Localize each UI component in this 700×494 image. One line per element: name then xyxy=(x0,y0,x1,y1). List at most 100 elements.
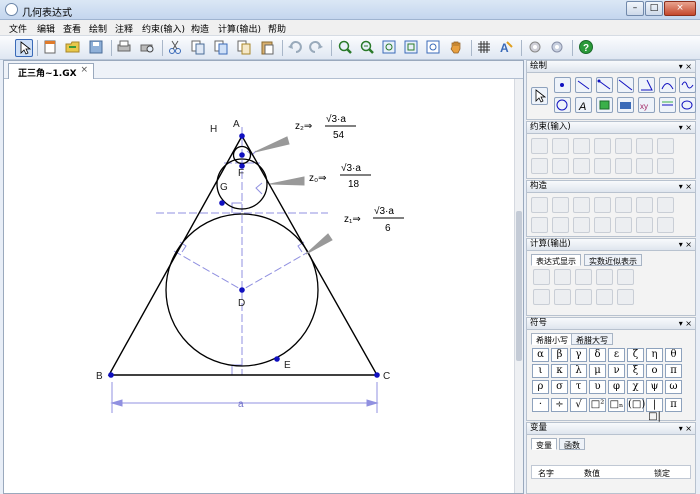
tab-close-icon[interactable]: × xyxy=(80,65,88,75)
construct-tangent-icon[interactable] xyxy=(636,197,653,213)
panel-header-buttons[interactable]: ▾ × xyxy=(679,61,692,72)
tab-variables[interactable]: 变量 xyxy=(531,438,557,450)
circle-tool-icon[interactable] xyxy=(554,97,571,113)
options-icon[interactable] xyxy=(527,39,545,57)
tab-greek-lower[interactable]: 希腊小写 xyxy=(531,333,573,345)
panel-header-buttons[interactable]: ▾ × xyxy=(679,423,692,434)
locus-tool-icon[interactable] xyxy=(659,97,676,113)
calc-parametric-icon[interactable] xyxy=(575,289,592,305)
function-plot-icon[interactable]: xy xyxy=(638,97,655,113)
column-name[interactable]: 名字 xyxy=(538,468,554,479)
tab-real-approx[interactable]: 实数近似表示 xyxy=(584,254,642,266)
symbol-key[interactable]: ÷ xyxy=(551,398,568,412)
zoom-window-icon[interactable] xyxy=(403,39,421,57)
panel-header-buttons[interactable]: ▾ × xyxy=(679,181,692,192)
geometry-figure[interactable]: a H A F G D E B C z₂⇒ √3·a 54 z₀⇒ √3·a 1… xyxy=(4,79,514,493)
menu-edit[interactable]: 编辑 xyxy=(37,22,55,35)
menu-view[interactable]: 查看 xyxy=(63,22,81,35)
line-tool-icon[interactable] xyxy=(617,77,634,93)
symbol-key[interactable]: □ₙ xyxy=(608,398,625,412)
select-tool-icon[interactable] xyxy=(531,87,548,105)
construct-polygon-icon[interactable] xyxy=(657,197,674,213)
tab-functions[interactable]: 函数 xyxy=(559,438,585,450)
scrollbar-thumb[interactable] xyxy=(516,211,522,361)
menu-help[interactable]: 帮助 xyxy=(268,22,286,35)
fill-tool-icon[interactable] xyxy=(617,97,634,113)
select-arrow-icon[interactable] xyxy=(15,39,33,57)
constraint-parallel-icon[interactable] xyxy=(636,138,653,154)
angle-tool-icon[interactable] xyxy=(638,77,655,93)
maximize-button[interactable]: □ xyxy=(645,1,663,16)
symbol-key[interactable]: ε xyxy=(608,348,625,362)
menu-construct[interactable]: 构造 xyxy=(191,22,209,35)
symbol-key[interactable]: |□| xyxy=(646,398,663,422)
constraint-slope-icon[interactable] xyxy=(594,138,611,154)
calc-angle-icon[interactable] xyxy=(575,269,592,285)
construct-locus-icon[interactable] xyxy=(657,217,674,233)
constraint-radius-icon[interactable] xyxy=(552,138,569,154)
zoom-actual-icon[interactable] xyxy=(425,39,443,57)
curve-tool-icon[interactable] xyxy=(679,77,696,93)
ellipse-tool-icon[interactable] xyxy=(679,97,696,113)
calc-implicit-icon[interactable] xyxy=(554,289,571,305)
cut-icon[interactable] xyxy=(167,39,185,57)
constraint-incident-icon[interactable] xyxy=(552,158,569,174)
constraint-distance-icon[interactable] xyxy=(531,138,548,154)
construct-parallel-icon[interactable] xyxy=(594,197,611,213)
segment-tool-icon[interactable] xyxy=(575,77,592,93)
symbol-key[interactable]: τ xyxy=(570,380,587,394)
point-tool-icon[interactable] xyxy=(554,77,571,93)
ray-tool-icon[interactable] xyxy=(596,77,613,93)
symbol-key[interactable]: √ xyxy=(570,398,587,412)
construct-bisector-icon[interactable] xyxy=(615,197,632,213)
construct-intersection-icon[interactable] xyxy=(552,197,569,213)
calc-slope-icon[interactable] xyxy=(596,269,613,285)
symbol-key[interactable]: κ xyxy=(551,364,568,378)
paste-icon[interactable] xyxy=(259,39,277,57)
constraint-tangent-icon[interactable] xyxy=(657,138,674,154)
zoom-in-icon[interactable] xyxy=(337,39,355,57)
constraint-coordinate-icon[interactable] xyxy=(531,158,548,174)
panel-header-buttons[interactable]: ▾ × xyxy=(679,122,692,133)
menu-draw[interactable]: 绘制 xyxy=(89,22,107,35)
text-style-icon[interactable]: A xyxy=(498,39,516,57)
symbol-key[interactable]: · xyxy=(532,398,549,412)
symbol-key[interactable]: α xyxy=(532,348,549,362)
copy-image-icon[interactable] xyxy=(236,39,254,57)
calc-area-icon[interactable] xyxy=(617,269,634,285)
pan-hand-icon[interactable] xyxy=(448,39,466,57)
symbol-key[interactable]: ι xyxy=(532,364,549,378)
column-lock[interactable]: 锁定 xyxy=(654,468,670,479)
settings-gear-icon[interactable] xyxy=(549,39,567,57)
symbol-key[interactable]: ψ xyxy=(646,380,663,394)
symbol-key[interactable]: □² xyxy=(589,398,606,412)
constraint-perpendicular-icon[interactable] xyxy=(615,138,632,154)
symbol-key[interactable]: β xyxy=(551,348,568,362)
save-disk-icon[interactable] xyxy=(88,39,106,57)
constraint-angle-icon[interactable] xyxy=(573,138,590,154)
symbol-key[interactable]: ν xyxy=(608,364,625,378)
symbol-key[interactable]: μ xyxy=(589,364,606,378)
symbol-key[interactable]: ω xyxy=(665,380,682,394)
minimize-button[interactable]: – xyxy=(626,1,644,16)
panel-header-buttons[interactable]: ▾ × xyxy=(679,318,692,329)
symbol-key[interactable]: (□) xyxy=(627,398,645,412)
zoom-out-icon[interactable] xyxy=(359,39,377,57)
symbol-key[interactable]: ζ xyxy=(627,348,644,362)
text-tool-icon[interactable]: A xyxy=(575,97,592,113)
close-button[interactable]: × xyxy=(664,1,696,16)
calc-radius-icon[interactable] xyxy=(554,269,571,285)
construct-arc-icon[interactable] xyxy=(552,217,569,233)
constraint-polar-icon[interactable] xyxy=(615,158,632,174)
construct-perpendicular-icon[interactable] xyxy=(573,197,590,213)
symbol-key[interactable]: σ xyxy=(551,380,568,394)
construct-dilate-icon[interactable] xyxy=(636,217,653,233)
menu-file[interactable]: 文件 xyxy=(9,22,27,35)
print-icon[interactable] xyxy=(116,39,134,57)
help-icon[interactable]: ? xyxy=(578,39,596,57)
copy-icon[interactable] xyxy=(190,39,208,57)
zoom-fit-icon[interactable] xyxy=(381,39,399,57)
menu-calculate[interactable]: 计算(输出) xyxy=(218,22,261,35)
tab-expression-display[interactable]: 表达式显示 xyxy=(531,254,581,266)
calc-coordinate-icon[interactable] xyxy=(533,289,550,305)
